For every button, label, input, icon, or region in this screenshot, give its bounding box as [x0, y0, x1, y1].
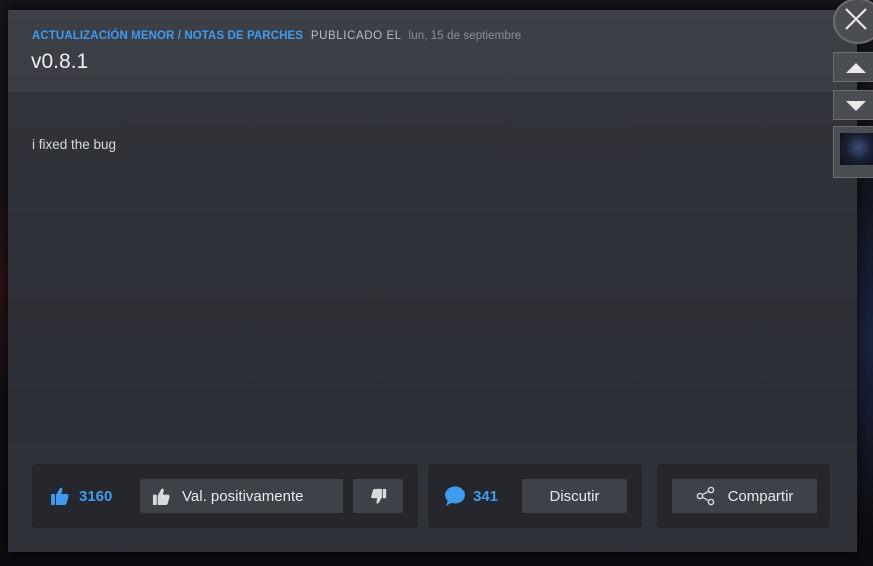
published-date: lun, 15 de septiembre	[408, 30, 522, 42]
share-label: Compartir	[727, 487, 794, 505]
rating-count: 3160	[79, 488, 113, 505]
post-meta: ACTUALIZACIÓN MENOR / NOTAS DE PARCHES P…	[32, 28, 521, 42]
share-button[interactable]: Compartir	[672, 479, 817, 513]
post-title: v0.8.1	[31, 50, 89, 73]
post-category[interactable]: ACTUALIZACIÓN MENOR / NOTAS DE PARCHES	[32, 30, 303, 42]
rate-up-label: Val. positivamente	[182, 487, 304, 505]
rate-down-button[interactable]	[353, 479, 403, 513]
share-icon	[696, 486, 716, 506]
next-post-button[interactable]	[833, 90, 873, 120]
published-label: PUBLICADO EL	[310, 30, 402, 42]
chevron-down-icon	[846, 96, 866, 115]
modal-header: ACTUALIZACIÓN MENOR / NOTAS DE PARCHES P…	[8, 10, 857, 92]
side-controls	[833, 0, 873, 566]
close-icon	[844, 7, 868, 35]
close-button[interactable]	[833, 0, 873, 44]
thumbs-up-count-icon	[50, 486, 70, 510]
discuss-button[interactable]: Discutir	[522, 479, 627, 513]
share-panel: Compartir	[657, 464, 830, 528]
chevron-up-icon	[846, 58, 866, 77]
modal-footer: 3160 Val. positivamente 341 Discutir Com…	[8, 442, 857, 552]
thumbs-down-icon	[370, 488, 387, 505]
post-body: i fixed the bug	[8, 92, 857, 442]
comment-bubble-icon	[444, 485, 466, 511]
thumbs-up-icon	[152, 487, 171, 506]
previous-post-button[interactable]	[833, 52, 873, 82]
game-thumbnail[interactable]	[833, 126, 873, 178]
discussion-panel: 341 Discutir	[428, 464, 642, 528]
comment-count: 341	[473, 488, 499, 505]
rating-panel: 3160 Val. positivamente	[32, 464, 418, 528]
post-body-text: i fixed the bug	[32, 137, 117, 152]
thumbnail-image	[840, 133, 873, 165]
rate-up-button[interactable]: Val. positivamente	[140, 479, 343, 513]
event-modal: ACTUALIZACIÓN MENOR / NOTAS DE PARCHES P…	[8, 10, 857, 552]
